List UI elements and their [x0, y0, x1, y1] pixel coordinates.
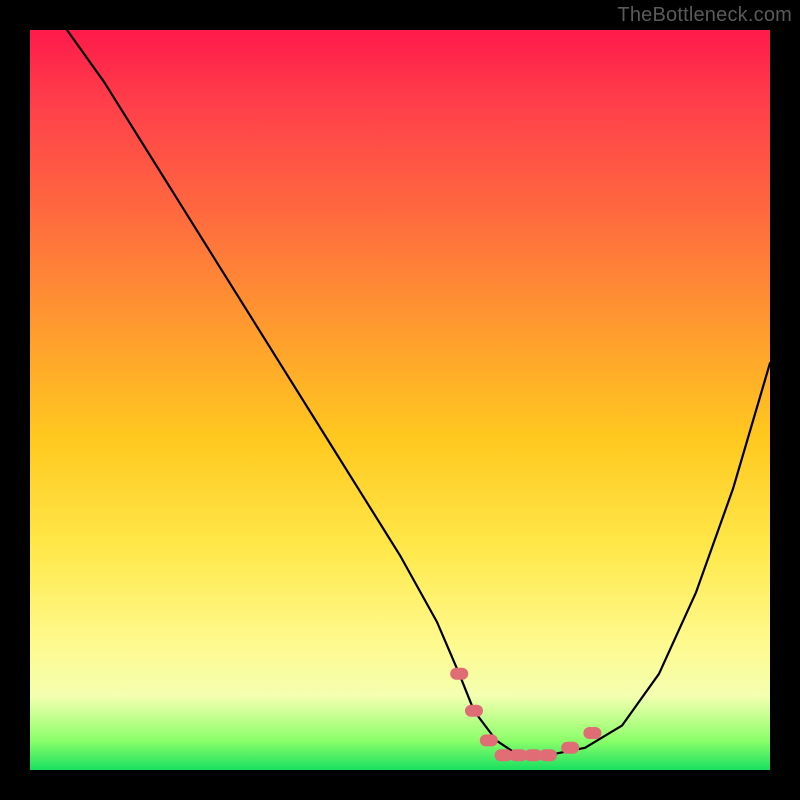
marker-flat-zone-right-edge-2	[583, 727, 601, 739]
marker-flat-zone-left-edge	[450, 668, 468, 680]
marker-flat-zone-right-edge	[561, 742, 579, 754]
curve-svg	[30, 30, 770, 770]
marker-flat-zone-start	[465, 705, 483, 717]
plot-area	[30, 30, 770, 770]
marker-flat-zone-end	[539, 749, 557, 761]
bottleneck-curve	[67, 30, 770, 755]
marker-flat-zone-body-1	[480, 734, 498, 746]
watermark-label: TheBottleneck.com	[617, 4, 792, 27]
chart-frame: TheBottleneck.com	[0, 0, 800, 800]
